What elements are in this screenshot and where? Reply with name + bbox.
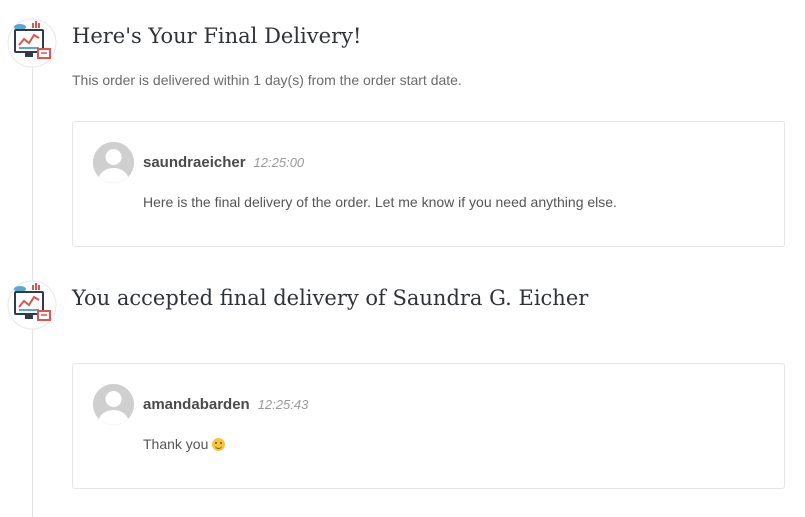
message-time: 12:25:00 — [253, 155, 305, 170]
message-text: Here is the final delivery of the order.… — [143, 194, 617, 210]
avatar[interactable] — [93, 384, 134, 425]
message-username[interactable]: amandabarden — [143, 396, 250, 413]
event-title: Here's Your Final Delivery! — [72, 24, 362, 48]
message-card: saundraeicher 12:25:00 Here is the final … — [72, 121, 785, 247]
avatar[interactable] — [93, 142, 134, 183]
event-title: You accepted final delivery of Saundra G… — [72, 286, 589, 310]
delivery-dashboard-icon — [7, 18, 57, 68]
message-header: saundraeicher 12:25:00 — [143, 154, 304, 171]
delivery-dashboard-icon — [7, 280, 57, 330]
smile-emoji-icon — [212, 438, 226, 451]
event-subtitle: This order is delivered within 1 day(s) … — [72, 72, 462, 88]
message-username[interactable]: saundraeicher — [143, 154, 246, 171]
message-card: amandabarden 12:25:43 Thank you — [72, 363, 785, 489]
message-text: Thank you — [143, 436, 209, 452]
message-time: 12:25:43 — [257, 397, 309, 412]
message-header: amandabarden 12:25:43 — [143, 396, 308, 413]
message-text-row: Thank you — [143, 436, 226, 452]
